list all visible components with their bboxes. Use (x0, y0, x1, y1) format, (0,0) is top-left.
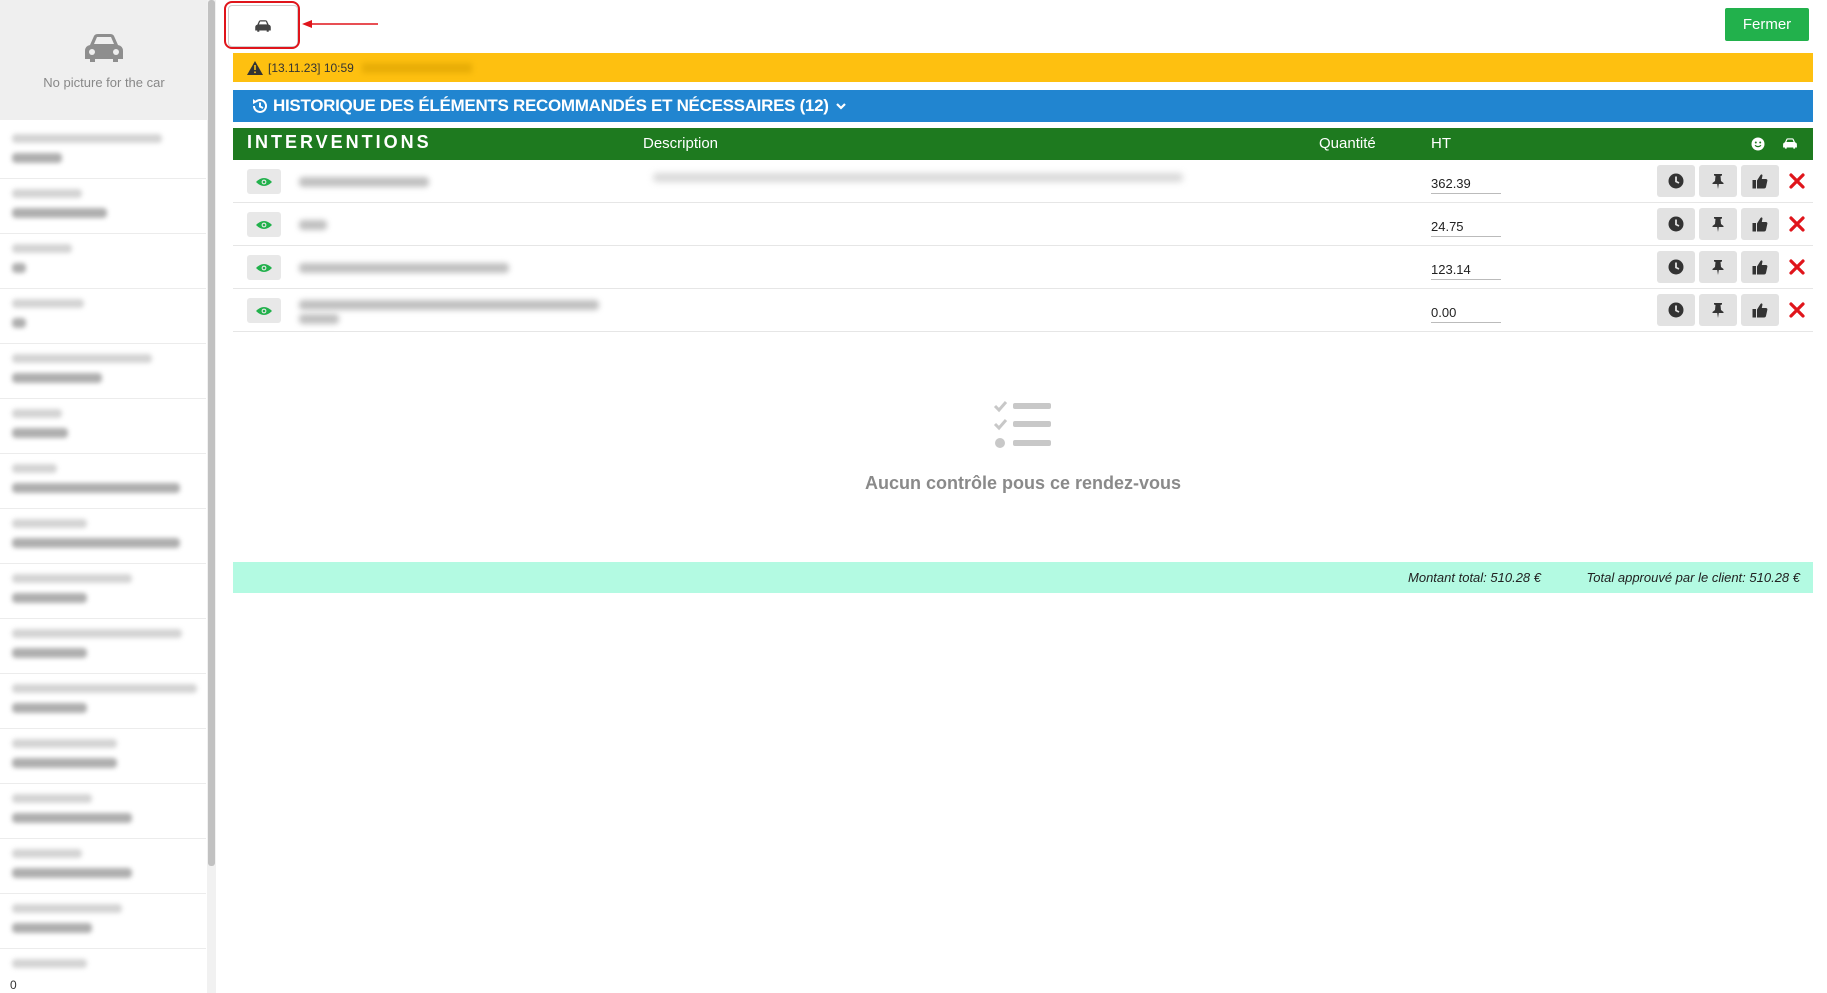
intervention-name-redacted (299, 263, 509, 273)
warning-text: [13.11.23] 10:59 (268, 60, 354, 75)
delete-icon[interactable] (1788, 172, 1806, 190)
car-icon (85, 33, 123, 62)
eye-icon (256, 306, 272, 315)
warning-banner: [13.11.23] 10:59 (233, 53, 1813, 82)
view-button[interactable] (247, 212, 281, 237)
delete-icon[interactable] (1788, 215, 1806, 233)
intervention-name-redacted (299, 314, 339, 324)
close-button[interactable]: Fermer (1725, 8, 1809, 41)
pin-button[interactable] (1699, 208, 1737, 240)
pin-icon (1712, 260, 1724, 275)
thumbs-up-icon (1752, 303, 1768, 318)
car-picture-placeholder: No picture for the car (0, 0, 208, 120)
column-header-description: Description (643, 135, 719, 152)
list-item (0, 784, 206, 839)
warning-icon (247, 60, 263, 75)
smile-icon (1751, 137, 1765, 155)
list-item (0, 509, 206, 564)
list-item (0, 729, 206, 784)
sidebar: No picture for the car 0 (0, 0, 216, 993)
intervention-name-redacted (299, 177, 429, 187)
empty-state: Aucun contrôle pous ce rendez-vous (233, 400, 1813, 494)
table-row (233, 246, 1813, 289)
view-button[interactable] (247, 298, 281, 323)
no-picture-label: No picture for the car (43, 74, 165, 90)
clock-icon (1668, 259, 1684, 275)
total-approved: Total approuvé par le client: 510.28 € (1586, 570, 1800, 585)
list-item (0, 674, 206, 729)
checklist-icon (993, 401, 1051, 448)
pin-icon (1712, 303, 1724, 318)
ht-input[interactable] (1431, 174, 1501, 194)
description-redacted (653, 173, 1183, 182)
list-item (0, 234, 206, 289)
list-item (0, 619, 206, 674)
approve-button[interactable] (1741, 251, 1779, 283)
thumbs-up-icon (1752, 260, 1768, 275)
list-item (0, 839, 206, 894)
sidebar-scrollbar[interactable] (207, 0, 216, 993)
approve-button[interactable] (1741, 294, 1779, 326)
total-amount: Montant total: 510.28 € (1408, 570, 1541, 585)
pin-button[interactable] (1699, 251, 1737, 283)
list-item (0, 454, 206, 509)
list-item (0, 894, 206, 949)
list-item (0, 124, 206, 179)
table-row (233, 203, 1813, 246)
history-button[interactable] (1657, 208, 1695, 240)
history-button[interactable] (1657, 294, 1695, 326)
intervention-name-redacted (299, 300, 599, 310)
sidebar-bottom-value: 0 (10, 978, 17, 992)
eye-icon (256, 220, 272, 229)
ht-input[interactable] (1431, 260, 1501, 280)
vehicle-info-list (0, 124, 206, 984)
clock-icon (1668, 302, 1684, 318)
thumbs-up-icon (1752, 217, 1768, 232)
view-button[interactable] (247, 255, 281, 280)
table-row (233, 289, 1813, 332)
view-button[interactable] (247, 169, 281, 194)
ht-input[interactable] (1431, 303, 1501, 323)
pin-button[interactable] (1699, 165, 1737, 197)
pin-icon (1712, 217, 1724, 232)
totals-bar: Montant total: 510.28 € Total approuvé p… (233, 562, 1813, 593)
table-row (233, 160, 1813, 203)
thumbs-up-icon (1752, 174, 1768, 189)
ht-input[interactable] (1431, 217, 1501, 237)
column-header-interventions: INTERVENTIONS (247, 132, 432, 152)
column-header-quantity: Quantité (1319, 135, 1376, 152)
annotation-highlight-box (224, 1, 300, 49)
delete-icon[interactable] (1788, 301, 1806, 319)
eye-icon (256, 177, 272, 186)
list-item (0, 289, 206, 344)
history-button[interactable] (1657, 251, 1695, 283)
column-header-ht: HT (1431, 135, 1451, 152)
list-item (0, 949, 206, 984)
eye-icon (256, 263, 272, 272)
interventions-table-header: INTERVENTIONS Description Quantité HT (233, 128, 1813, 160)
history-title: HISTORIQUE DES ÉLÉMENTS RECOMMANDÉS ET N… (273, 96, 829, 115)
clock-icon (1668, 173, 1684, 189)
delete-icon[interactable] (1788, 258, 1806, 276)
scrollbar-thumb[interactable] (208, 0, 215, 866)
history-icon (253, 98, 267, 113)
list-item (0, 344, 206, 399)
list-item (0, 179, 206, 234)
car-icon (1782, 137, 1798, 154)
pin-icon (1712, 174, 1724, 189)
annotation-arrow (302, 20, 378, 28)
empty-state-text: Aucun contrôle pous ce rendez-vous (864, 473, 1182, 493)
list-item (0, 564, 206, 619)
intervention-name-redacted (299, 220, 327, 230)
warning-redacted-text (361, 62, 472, 73)
history-header[interactable]: HISTORIQUE DES ÉLÉMENTS RECOMMANDÉS ET N… (233, 90, 1813, 122)
list-item (0, 399, 206, 454)
approve-button[interactable] (1741, 165, 1779, 197)
pin-button[interactable] (1699, 294, 1737, 326)
approve-button[interactable] (1741, 208, 1779, 240)
history-button[interactable] (1657, 165, 1695, 197)
clock-icon (1668, 216, 1684, 232)
chevron-down-icon (835, 103, 846, 110)
